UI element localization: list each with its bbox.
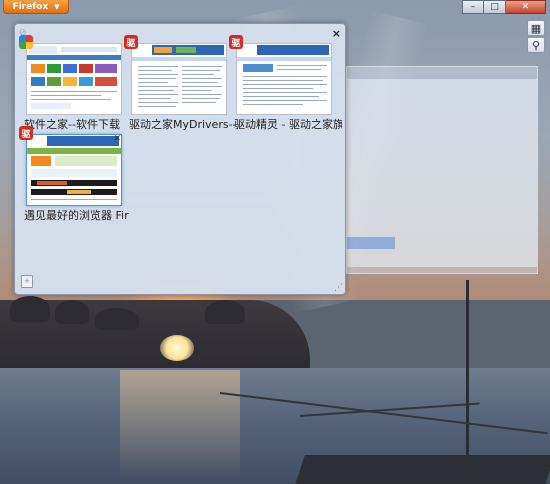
search-tabs-button[interactable]: ⚲	[527, 37, 545, 53]
window-controls: – □ ✕	[462, 0, 546, 14]
tab-title: 软件之家--软件下载	[24, 118, 120, 131]
close-group-button[interactable]: ×	[332, 27, 341, 40]
close-tab-button[interactable]: ✕	[113, 134, 121, 144]
firefox-menu-button[interactable]: Firefox ▼	[3, 0, 69, 14]
tab-preview	[236, 43, 332, 115]
tab-preview	[131, 43, 227, 115]
tab-preview	[26, 134, 122, 206]
minimize-button[interactable]: –	[462, 0, 484, 14]
search-icon: ⚲	[531, 38, 541, 52]
boat-mast	[466, 280, 469, 460]
rainbow-logo-icon	[19, 35, 33, 49]
sun-reflection	[120, 370, 240, 480]
palm-tree	[205, 300, 245, 324]
close-icon: ✕	[521, 2, 530, 12]
maximize-icon: □	[490, 2, 499, 12]
mydrivers-logo-icon: 驱	[229, 35, 243, 49]
mydrivers-logo-icon: 驱	[19, 126, 33, 140]
background-browser-window	[346, 66, 538, 274]
minimize-icon: –	[470, 2, 476, 12]
tab-title: 驱动之家MyDrivers--	[129, 118, 237, 131]
boat-hull	[295, 455, 550, 484]
palm-tree	[10, 296, 50, 322]
resize-handle-icon[interactable]: ⋰	[334, 283, 343, 293]
palm-tree	[55, 300, 89, 324]
background-window-highlight	[347, 237, 395, 249]
tab-groups-icon: ▦	[530, 21, 542, 35]
close-window-button[interactable]: ✕	[506, 0, 546, 14]
maximize-button[interactable]: □	[484, 0, 506, 14]
tab-groups-button[interactable]: ▦	[527, 20, 545, 36]
mydrivers-logo-icon: 驱	[124, 35, 138, 49]
tab-preview	[26, 43, 122, 115]
palm-tree	[95, 308, 139, 330]
firefox-menu-label: Firefox	[12, 1, 49, 12]
sun	[160, 335, 194, 361]
chevron-down-icon: ▼	[54, 2, 60, 11]
tab-title: 遇见最好的浏览器 Fir	[24, 209, 129, 222]
new-tab-button[interactable]: +	[21, 275, 33, 288]
tab-group-panel[interactable]: ⊘ × 软件之家--软件下载 驱 驱动之家MyDrivers-- 驱 驱动精灵 …	[14, 23, 346, 295]
tab-title: 驱动精灵 - 驱动之家旗	[234, 118, 342, 131]
